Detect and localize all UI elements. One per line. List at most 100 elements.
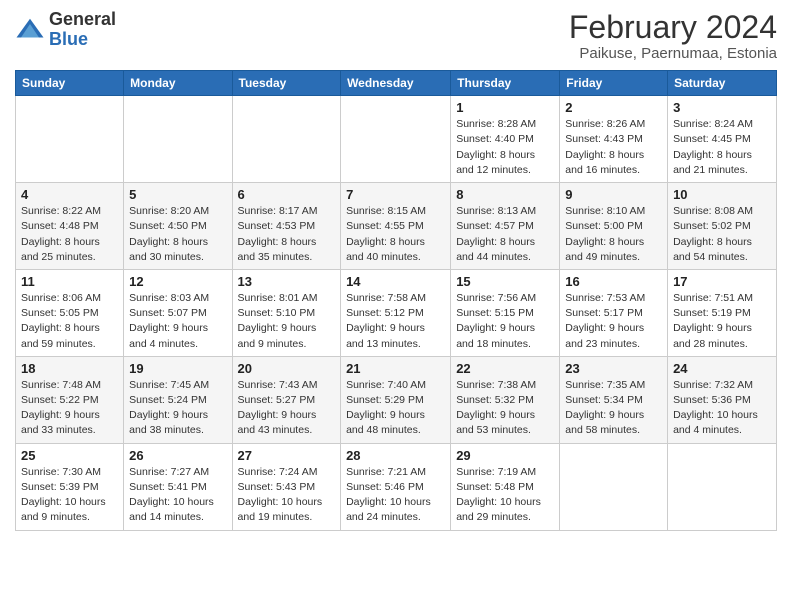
- day-info: Sunrise: 7:56 AMSunset: 5:15 PMDaylight:…: [456, 291, 554, 352]
- calendar-cell: 18Sunrise: 7:48 AMSunset: 5:22 PMDayligh…: [16, 356, 124, 443]
- calendar-table: SundayMondayTuesdayWednesdayThursdayFrid…: [15, 70, 777, 530]
- calendar-cell: [16, 96, 124, 183]
- day-number: 7: [346, 187, 445, 202]
- day-number: 11: [21, 274, 118, 289]
- calendar-cell: 23 Sunrise: 7:35 AMSunset: 5:34 PMDayligh…: [560, 356, 668, 443]
- day-number: 22: [456, 361, 554, 376]
- day-info: Sunrise: 7:32 AMSunset: 5:36 PMDaylight:…: [673, 378, 771, 439]
- day-header-monday: Monday: [124, 71, 232, 96]
- day-number: 4: [21, 187, 118, 202]
- calendar-cell: 24 Sunrise: 7:32 AMSunset: 5:36 PMDayligh…: [668, 356, 777, 443]
- calendar-cell: 20 Sunrise: 7:43 AMSunset: 5:27 PMDayligh…: [232, 356, 341, 443]
- day-info: Sunrise: 7:38 AMSunset: 5:32 PMDaylight:…: [456, 378, 554, 439]
- day-info: Sunrise: 8:10 AMSunset: 5:00 PMDaylight:…: [565, 204, 662, 265]
- calendar-cell: 16 Sunrise: 7:53 AMSunset: 5:17 PMDayligh…: [560, 269, 668, 356]
- calendar-cell: 15 Sunrise: 7:56 AMSunset: 5:15 PMDayligh…: [451, 269, 560, 356]
- calendar-cell: 2 Sunrise: 8:26 AMSunset: 4:43 PMDaylight…: [560, 96, 668, 183]
- calendar-cell: 21 Sunrise: 7:40 AMSunset: 5:29 PMDayligh…: [341, 356, 451, 443]
- day-number: 29: [456, 448, 554, 463]
- day-number: 12: [129, 274, 226, 289]
- calendar-cell: 13Sunrise: 8:01 AMSunset: 5:10 PMDayligh…: [232, 269, 341, 356]
- day-number: 24: [673, 361, 771, 376]
- day-info: Sunrise: 7:48 AMSunset: 5:22 PMDaylight:…: [21, 378, 118, 439]
- calendar-cell: [232, 96, 341, 183]
- calendar-cell: 26 Sunrise: 7:27 AMSunset: 5:41 PMDayligh…: [124, 443, 232, 530]
- day-number: 1: [456, 100, 554, 115]
- day-info: Sunrise: 8:03 AMSunset: 5:07 PMDaylight:…: [129, 291, 226, 352]
- calendar-cell: 19 Sunrise: 7:45 AMSunset: 5:24 PMDayligh…: [124, 356, 232, 443]
- day-info: Sunrise: 8:08 AMSunset: 5:02 PMDaylight:…: [673, 204, 771, 265]
- day-info: Sunrise: 8:01 AMSunset: 5:10 PMDaylight:…: [238, 291, 336, 352]
- header: General Blue February 2024 Paikuse, Paer…: [15, 10, 777, 62]
- calendar-cell: 1 Sunrise: 8:28 AMSunset: 4:40 PMDaylight…: [451, 96, 560, 183]
- calendar-cell: 3 Sunrise: 8:24 AMSunset: 4:45 PMDaylight…: [668, 96, 777, 183]
- calendar-cell: 27Sunrise: 7:24 AMSunset: 5:43 PMDayligh…: [232, 443, 341, 530]
- day-number: 9: [565, 187, 662, 202]
- day-number: 2: [565, 100, 662, 115]
- day-info: Sunrise: 7:40 AMSunset: 5:29 PMDaylight:…: [346, 378, 445, 439]
- day-info: Sunrise: 8:26 AMSunset: 4:43 PMDaylight:…: [565, 117, 662, 178]
- day-info: Sunrise: 7:43 AMSunset: 5:27 PMDaylight:…: [238, 378, 336, 439]
- day-info: Sunrise: 7:51 AMSunset: 5:19 PMDaylight:…: [673, 291, 771, 352]
- calendar-week-row: 1 Sunrise: 8:28 AMSunset: 4:40 PMDaylight…: [16, 96, 777, 183]
- calendar-cell: 9 Sunrise: 8:10 AMSunset: 5:00 PMDaylight…: [560, 183, 668, 270]
- calendar-cell: 29 Sunrise: 7:19 AMSunset: 5:48 PMDayligh…: [451, 443, 560, 530]
- day-header-wednesday: Wednesday: [341, 71, 451, 96]
- calendar-cell: 14Sunrise: 7:58 AMSunset: 5:12 PMDayligh…: [341, 269, 451, 356]
- day-info: Sunrise: 7:45 AMSunset: 5:24 PMDaylight:…: [129, 378, 226, 439]
- day-info: Sunrise: 7:53 AMSunset: 5:17 PMDaylight:…: [565, 291, 662, 352]
- calendar-cell: [560, 443, 668, 530]
- day-header-friday: Friday: [560, 71, 668, 96]
- day-info: Sunrise: 8:13 AMSunset: 4:57 PMDaylight:…: [456, 204, 554, 265]
- calendar-cell: 8Sunrise: 8:13 AMSunset: 4:57 PMDaylight…: [451, 183, 560, 270]
- day-number: 20: [238, 361, 336, 376]
- day-number: 17: [673, 274, 771, 289]
- day-number: 23: [565, 361, 662, 376]
- day-info: Sunrise: 7:27 AMSunset: 5:41 PMDaylight:…: [129, 465, 226, 526]
- calendar-cell: [668, 443, 777, 530]
- day-number: 16: [565, 274, 662, 289]
- calendar-cell: 5Sunrise: 8:20 AMSunset: 4:50 PMDaylight…: [124, 183, 232, 270]
- calendar-cell: [341, 96, 451, 183]
- logo: General Blue: [15, 10, 116, 50]
- day-number: 19: [129, 361, 226, 376]
- calendar-cell: 22 Sunrise: 7:38 AMSunset: 5:32 PMDayligh…: [451, 356, 560, 443]
- day-info: Sunrise: 8:17 AMSunset: 4:53 PMDaylight:…: [238, 204, 336, 265]
- day-number: 3: [673, 100, 771, 115]
- day-info: Sunrise: 8:28 AMSunset: 4:40 PMDaylight:…: [456, 117, 554, 178]
- calendar-body: 1 Sunrise: 8:28 AMSunset: 4:40 PMDaylight…: [16, 96, 777, 530]
- day-info: Sunrise: 8:24 AMSunset: 4:45 PMDaylight:…: [673, 117, 771, 178]
- calendar-cell: 10Sunrise: 8:08 AMSunset: 5:02 PMDayligh…: [668, 183, 777, 270]
- day-number: 26: [129, 448, 226, 463]
- day-number: 6: [238, 187, 336, 202]
- page: General Blue February 2024 Paikuse, Paer…: [0, 0, 792, 612]
- day-info: Sunrise: 7:19 AMSunset: 5:48 PMDaylight:…: [456, 465, 554, 526]
- day-header-thursday: Thursday: [451, 71, 560, 96]
- day-info: Sunrise: 8:06 AMSunset: 5:05 PMDaylight:…: [21, 291, 118, 352]
- calendar-cell: 7Sunrise: 8:15 AMSunset: 4:55 PMDaylight…: [341, 183, 451, 270]
- day-number: 25: [21, 448, 118, 463]
- calendar-cell: 6 Sunrise: 8:17 AMSunset: 4:53 PMDaylight…: [232, 183, 341, 270]
- day-header-saturday: Saturday: [668, 71, 777, 96]
- calendar-cell: 28Sunrise: 7:21 AMSunset: 5:46 PMDayligh…: [341, 443, 451, 530]
- day-info: Sunrise: 7:58 AMSunset: 5:12 PMDaylight:…: [346, 291, 445, 352]
- day-info: Sunrise: 7:35 AMSunset: 5:34 PMDaylight:…: [565, 378, 662, 439]
- calendar-cell: 11 Sunrise: 8:06 AMSunset: 5:05 PMDayligh…: [16, 269, 124, 356]
- calendar-cell: [124, 96, 232, 183]
- title-block: February 2024 Paikuse, Paernumaa, Estoni…: [569, 10, 777, 62]
- day-info: Sunrise: 7:30 AMSunset: 5:39 PMDaylight:…: [21, 465, 118, 526]
- calendar-cell: 25 Sunrise: 7:30 AMSunset: 5:39 PMDayligh…: [16, 443, 124, 530]
- calendar-week-row: 25 Sunrise: 7:30 AMSunset: 5:39 PMDayligh…: [16, 443, 777, 530]
- logo-icon: [15, 15, 45, 45]
- calendar-title: February 2024: [569, 10, 777, 45]
- calendar-cell: 12 Sunrise: 8:03 AMSunset: 5:07 PMDayligh…: [124, 269, 232, 356]
- day-info: Sunrise: 8:22 AMSunset: 4:48 PMDaylight:…: [21, 204, 118, 265]
- calendar-subtitle: Paikuse, Paernumaa, Estonia: [569, 45, 777, 62]
- day-header-sunday: Sunday: [16, 71, 124, 96]
- day-info: Sunrise: 7:21 AMSunset: 5:46 PMDaylight:…: [346, 465, 445, 526]
- day-number: 21: [346, 361, 445, 376]
- calendar-week-row: 18Sunrise: 7:48 AMSunset: 5:22 PMDayligh…: [16, 356, 777, 443]
- calendar-header-row: SundayMondayTuesdayWednesdayThursdayFrid…: [16, 71, 777, 96]
- day-info: Sunrise: 8:20 AMSunset: 4:50 PMDaylight:…: [129, 204, 226, 265]
- day-number: 15: [456, 274, 554, 289]
